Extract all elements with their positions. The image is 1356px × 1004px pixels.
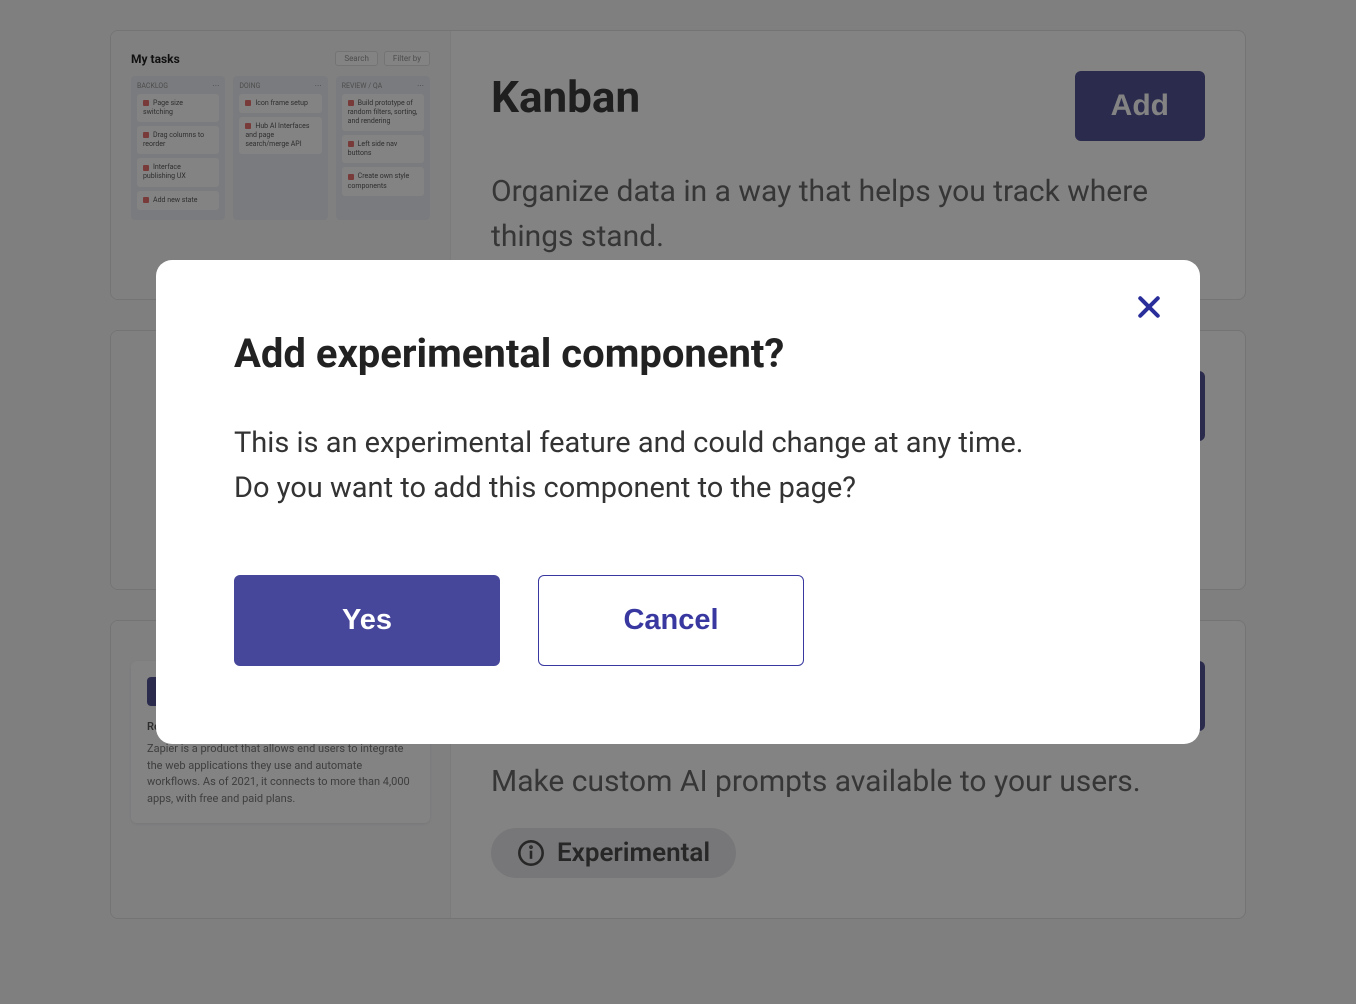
modal-overlay[interactable]: Add experimental component? This is an e… <box>0 0 1356 1004</box>
close-button[interactable] <box>1130 288 1168 329</box>
modal-title: Add experimental component? <box>234 330 1122 377</box>
modal-body-line1: This is an experimental feature and coul… <box>234 421 1122 466</box>
confirm-modal: Add experimental component? This is an e… <box>156 260 1200 744</box>
yes-button[interactable]: Yes <box>234 575 500 666</box>
modal-body-line2: Do you want to add this component to the… <box>234 466 1122 511</box>
close-icon <box>1134 292 1164 322</box>
cancel-button[interactable]: Cancel <box>538 575 804 666</box>
modal-body: This is an experimental feature and coul… <box>234 421 1122 511</box>
